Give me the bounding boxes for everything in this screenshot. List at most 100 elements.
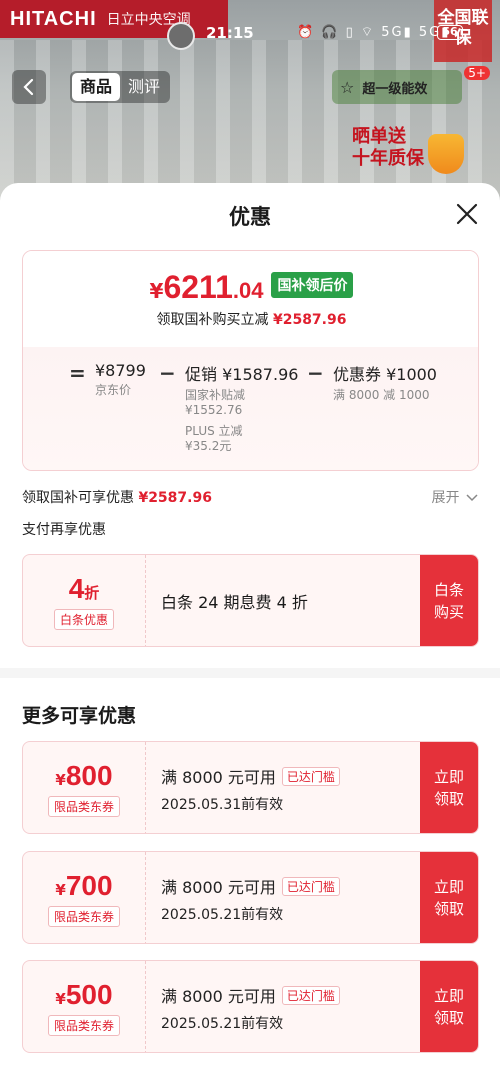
coupon-type-chip: 限品类东券	[47, 1015, 120, 1036]
pay-more-title: 支付再享优惠	[22, 522, 106, 538]
coupon-col: 优惠券 ¥1000 满 8000 减 1000	[333, 361, 437, 403]
claim-coupon-button[interactable]: 立即 领取	[420, 961, 478, 1052]
jd-price-col: ¥8799 京东价	[95, 361, 146, 398]
claim-btn-line1: 立即	[433, 987, 464, 1005]
claim-coupon-button[interactable]: 立即 领取	[420, 742, 478, 833]
price-currency: ¥	[149, 279, 164, 303]
baitiao-btn-line2: 购买	[433, 603, 464, 621]
close-button[interactable]	[454, 201, 480, 227]
price-sub-label: 领取国补购买立减	[156, 312, 269, 328]
promo-col: 促销 ¥1587.96 国家补贴减 ¥1552.76 PLUS 立减 ¥35.2…	[185, 361, 298, 454]
expand-toggle[interactable]: 展开	[432, 487, 478, 507]
baitiao-rate-unit: 折	[84, 584, 100, 602]
back-button[interactable]	[12, 70, 46, 104]
baitiao-btn-line1: 白条	[433, 581, 464, 599]
jd-price: ¥8799	[95, 361, 146, 380]
price-sub-amount: ¥2587.96	[272, 312, 347, 328]
coupon-details: 满 8000 元可用 已达门槛 2025.05.21前有效	[161, 874, 340, 924]
claim-btn-line1: 立即	[433, 878, 464, 896]
discount-sheet: 优惠 ¥ 6211 .04 国补领后价 领取国补购买立减 ¥2587.96 = …	[0, 183, 500, 1085]
coupon-value: ¥800 限品类东券	[23, 742, 146, 833]
threshold-badge: 已达门槛	[281, 986, 340, 1005]
final-price-section: ¥ 6211 .04 国补领后价 领取国补购买立减 ¥2587.96	[23, 251, 478, 347]
coupon-details: 满 8000 元可用 已达门槛 2025.05.21前有效	[161, 983, 340, 1033]
more-offers-title: 更多可享优惠	[22, 705, 137, 727]
coupon-card: ¥800 限品类东券 满 8000 元可用 已达门槛 2025.05.31前有效 …	[22, 741, 479, 834]
coupon-amount: 优惠券 ¥1000	[333, 365, 437, 384]
top-tools: ☆ 超一级能效	[332, 70, 462, 104]
equals-sign: =	[69, 361, 86, 385]
threshold-badge: 已达门槛	[281, 767, 340, 786]
close-icon	[456, 203, 478, 225]
chevron-left-icon	[23, 78, 34, 96]
status-icons: ⏰ 🎧 ▯ ⌔ 5G▮ 5G▮	[297, 25, 451, 40]
promo-sub2-value: ¥35.2元	[185, 439, 232, 453]
coupon-condition: 满 8000 减 1000	[333, 388, 430, 402]
product-tabs: 商品 测评	[70, 71, 171, 103]
subsidy-row: 领取国补可享优惠 ¥2587.96	[22, 487, 212, 507]
minus-sign: −	[307, 361, 324, 385]
subsidy-amount: ¥2587.96	[138, 490, 212, 506]
chevron-down-icon	[466, 494, 478, 502]
coupon-condition: 满 8000 元可用	[161, 768, 276, 787]
promo-text: 晒单送 十年质保	[352, 126, 424, 169]
coupon-value: ¥700 限品类东券	[23, 852, 146, 943]
baitiao-card: 4折 白条优惠 白条 24 期息费 4 折 白条 购买	[22, 554, 479, 647]
badge-count: 5+	[464, 66, 490, 80]
coupon-currency: ¥	[55, 990, 66, 1008]
coupon-card: ¥500 限品类东券 满 8000 元可用 已达门槛 2025.05.21前有效 …	[22, 960, 479, 1053]
claim-btn-line2: 领取	[433, 790, 464, 808]
promo-amount: 促销 ¥1587.96	[185, 365, 299, 384]
price-subtitle: 领取国补购买立减 ¥2587.96	[23, 309, 478, 329]
promo-sub1: 国家补贴减	[185, 388, 246, 402]
coupon-type-chip: 限品类东券	[47, 796, 120, 817]
baitiao-buy-button[interactable]: 白条 购买	[420, 555, 478, 646]
price-card: ¥ 6211 .04 国补领后价 领取国补购买立减 ¥2587.96 = ¥87…	[22, 250, 479, 471]
tab-product[interactable]: 商品	[72, 73, 121, 101]
coupon-card: ¥700 限品类东券 满 8000 元可用 已达门槛 2025.05.21前有效 …	[22, 851, 479, 944]
coupon-amount: ¥800	[23, 760, 145, 792]
baitiao-discount: 4折 白条优惠	[23, 555, 146, 646]
price-integer: 6211	[163, 269, 233, 305]
claim-btn-line2: 领取	[433, 900, 464, 918]
coupon-amount: ¥700	[23, 870, 145, 902]
coupon-amount: ¥500	[23, 979, 145, 1011]
coupon-expiry: 2025.05.31前有效	[161, 797, 284, 813]
product-image	[0, 40, 500, 200]
coupon-expiry: 2025.05.21前有效	[161, 1016, 284, 1032]
coupon-value: ¥500 限品类东券	[23, 961, 146, 1052]
baitiao-desc: 白条 24 期息费 4 折	[161, 593, 308, 612]
price-tag: 国补领后价	[271, 272, 354, 298]
claim-coupon-button[interactable]: 立即 领取	[420, 852, 478, 943]
clock: 21:15	[206, 24, 254, 42]
baitiao-rate: 4折	[23, 573, 145, 605]
coupon-type-chip: 限品类东券	[47, 906, 120, 927]
final-price: ¥ 6211 .04 国补领后价	[23, 269, 478, 306]
promo-sub2: PLUS 立减	[185, 424, 243, 438]
shield-icon	[428, 134, 464, 174]
subsidy-label: 领取国补可享优惠	[22, 490, 134, 506]
coupon-currency: ¥	[55, 881, 66, 899]
energy-label: 超一级能效	[362, 81, 428, 97]
star-icon[interactable]: ☆	[340, 78, 354, 97]
coupon-number: 800	[65, 760, 113, 791]
jd-price-label: 京东价	[95, 383, 132, 397]
avatar	[167, 22, 195, 50]
status-bar: 21:15 ⏰ 🎧 ▯ ⌔ 5G▮ 5G▮ 56	[0, 0, 500, 50]
coupon-expiry: 2025.05.21前有效	[161, 907, 284, 923]
coupon-condition: 满 8000 元可用	[161, 987, 276, 1006]
minus-sign: −	[159, 361, 176, 385]
promo-sub1-value: ¥1552.76	[185, 403, 243, 417]
sheet-title: 优惠	[229, 205, 271, 229]
baitiao-rate-num: 4	[68, 573, 85, 604]
tab-review[interactable]: 测评	[120, 73, 168, 101]
section-divider	[0, 668, 500, 678]
battery-icon: 56	[437, 25, 463, 40]
price-breakdown: = ¥8799 京东价 − 促销 ¥1587.96 国家补贴减 ¥1552.76…	[23, 347, 478, 470]
coupon-currency: ¥	[55, 771, 66, 789]
claim-btn-line1: 立即	[433, 768, 464, 786]
baitiao-chip: 白条优惠	[53, 609, 114, 630]
claim-btn-line2: 领取	[433, 1009, 464, 1027]
coupon-number: 500	[65, 979, 113, 1010]
threshold-badge: 已达门槛	[281, 877, 340, 896]
